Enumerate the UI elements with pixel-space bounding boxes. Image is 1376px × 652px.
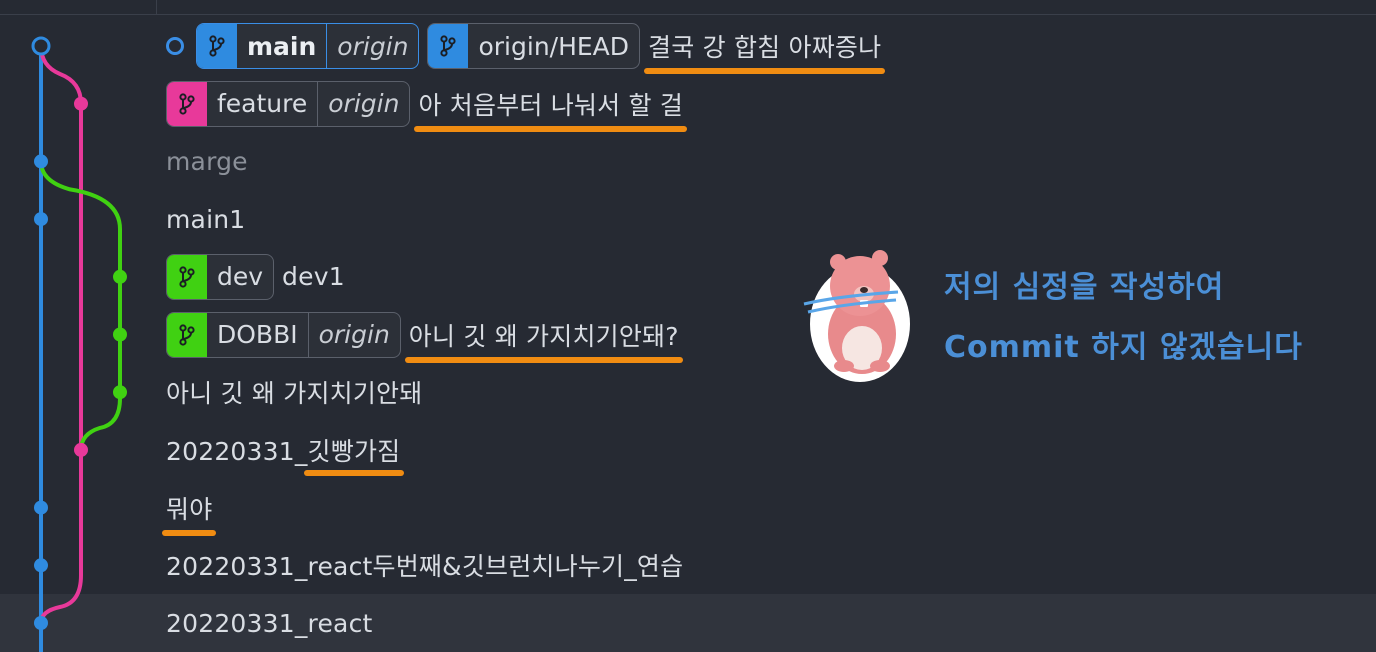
commit-node[interactable] (34, 616, 48, 630)
commit-row-content: DOBBI origin 아니 깃 왜 가지치기안돼? (166, 306, 683, 364)
commit-row-content: marge (166, 132, 248, 190)
commit-message-highlight: 깃빵가짐 (307, 436, 401, 466)
branch-icon (209, 35, 225, 57)
commit-row-content: 아니 깃 왜 가지치기안돼 (166, 363, 422, 421)
note-line-1: 저의 심정을 작성하여 (944, 270, 1225, 305)
branch-name: origin/HEAD (478, 31, 630, 61)
branch-icon (179, 266, 195, 288)
commit-row[interactable]: feature origin 아 처음부터 나눠서 할 걸 (0, 75, 1376, 133)
commit-node-head[interactable] (31, 36, 51, 56)
remote-name: origin (326, 24, 418, 68)
commit-row-content: 20220331_깃빵가짐 (166, 421, 400, 479)
commit-message: 20220331_react두번째&깃브런치나누기_연습 (166, 552, 684, 582)
commit-row[interactable]: 뭐야 (0, 479, 1376, 537)
note-line-2: Commit 하지 않겠습니다 (944, 330, 1303, 365)
remote-name: origin (307, 312, 400, 357)
commit-message: marge (166, 146, 248, 176)
commit-message: dev1 (282, 262, 345, 292)
remote-name: origin (317, 81, 409, 126)
branch-badge[interactable]: DOBBI origin (166, 311, 401, 358)
commit-row[interactable]: main origin origin/HEAD 결국 강 합침 아짜증나 (0, 17, 1376, 75)
branch-icon (179, 323, 195, 346)
commit-row[interactable]: 아니 깃 왜 가지치기안돼 (0, 363, 1376, 421)
commit-node[interactable] (74, 96, 88, 111)
beaver-sticker (803, 250, 910, 382)
commit-row-content: 뭐야 (161, 479, 217, 537)
feature-branch-line (39, 45, 83, 624)
commit-message: 뭐야 (161, 490, 217, 536)
commit-row[interactable]: 20220331_깃빵가짐 (0, 421, 1376, 479)
commit-row-content: feature origin 아 처음부터 나눠서 할 걸 (166, 75, 687, 133)
commit-node[interactable] (113, 327, 127, 342)
commit-row[interactable]: 20220331_react (0, 594, 1376, 652)
commit-node[interactable] (74, 442, 88, 457)
commit-row[interactable]: 20220331_react두번째&깃브런치나누기_연습 (0, 536, 1376, 594)
commit-row-content: main1 (166, 190, 245, 248)
branch-icon-box (197, 24, 237, 68)
branch-name: dev (217, 262, 264, 292)
branch-icon (440, 35, 457, 57)
commit-message: 20220331_react (166, 608, 373, 638)
commit-node[interactable] (34, 154, 48, 169)
branch-badge[interactable]: main origin (196, 23, 420, 69)
commit-row-content: 20220331_react (166, 594, 373, 652)
branch-icon (179, 93, 195, 115)
branch-badge[interactable]: feature origin (166, 80, 411, 127)
commit-node[interactable] (34, 558, 48, 573)
commit-message: 아니 깃 왜 가지치기안돼? (404, 317, 683, 363)
commit-message: 아 처음부터 나눠서 할 걸 (414, 86, 687, 132)
branch-name: feature (217, 89, 308, 119)
branch-icon-box (167, 81, 207, 126)
branch-icon-box (167, 312, 207, 357)
commit-row[interactable]: main1 (0, 190, 1376, 248)
commit-message: 결국 강 합침 아짜증나 (644, 28, 886, 74)
toolbar-strip (0, 0, 1376, 15)
branch-icon-box (428, 24, 469, 68)
commit-row-content: main origin origin/HEAD 결국 강 합침 아짜증나 (166, 17, 886, 75)
commit-message: 아니 깃 왜 가지치기안돼 (166, 379, 423, 409)
branch-name: DOBBI (217, 320, 298, 349)
commit-message: 20220331_깃빵가짐 (166, 432, 400, 468)
commit-node[interactable] (113, 269, 127, 284)
branch-name: main (247, 31, 317, 61)
commit-node[interactable] (34, 212, 48, 227)
commit-node[interactable] (113, 385, 127, 400)
branch-badge[interactable]: origin/HEAD (427, 23, 641, 69)
commit-row-content: 20220331_react두번째&깃브런치나누기_연습 (166, 536, 683, 594)
commit-row-content: dev dev1 (166, 248, 345, 306)
commit-node[interactable] (34, 500, 48, 515)
branch-icon-box (167, 254, 207, 299)
commit-message: main1 (166, 204, 246, 234)
commit-message-prefix: 20220331_ (166, 436, 308, 466)
branch-badge[interactable]: dev (166, 253, 275, 300)
commit-row[interactable]: marge (0, 132, 1376, 190)
head-indicator-icon (166, 37, 184, 55)
commit-graph (31, 36, 127, 652)
